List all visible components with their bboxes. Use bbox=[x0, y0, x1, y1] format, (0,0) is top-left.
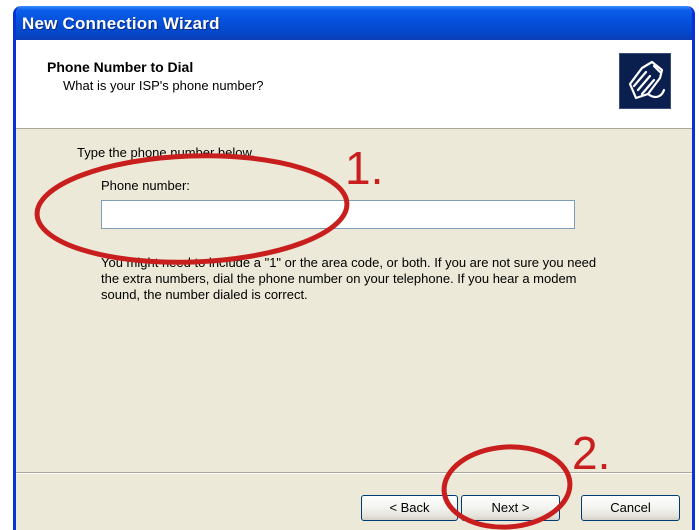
page-subtitle: What is your ISP's phone number? bbox=[63, 78, 264, 93]
footer-divider bbox=[16, 472, 692, 474]
wizard-header: Phone Number to Dial What is your ISP's … bbox=[16, 40, 692, 129]
window-title: New Connection Wizard bbox=[22, 14, 220, 33]
instruction-text: Type the phone number below. bbox=[77, 145, 255, 160]
title-bar[interactable]: New Connection Wizard bbox=[16, 6, 692, 40]
phone-number-input[interactable] bbox=[101, 200, 575, 229]
telephone-icon bbox=[619, 53, 671, 109]
cancel-button[interactable]: Cancel bbox=[581, 495, 680, 521]
next-button[interactable]: Next > bbox=[461, 495, 560, 521]
back-button[interactable]: < Back bbox=[361, 495, 458, 521]
phone-number-label: Phone number: bbox=[101, 178, 190, 193]
wizard-window: New Connection Wizard Phone Number to Di… bbox=[13, 6, 695, 530]
hint-text: You might need to include a "1" or the a… bbox=[101, 255, 597, 302]
page-title: Phone Number to Dial bbox=[47, 59, 194, 75]
